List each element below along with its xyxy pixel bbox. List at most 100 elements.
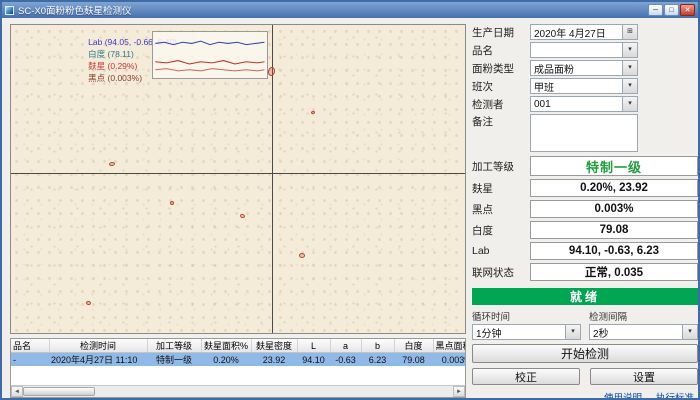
history-table-head-row: 品名检测时间加工等级麸星面积%麸星密度Lab白度黑点面积% (11, 339, 466, 353)
black-row: 黑点 0.003% (472, 200, 698, 218)
scrollbar-thumb[interactable] (23, 387, 95, 396)
column-header[interactable]: a (330, 339, 361, 353)
start-detection-button[interactable]: 开始检测 (472, 344, 698, 363)
column-header[interactable]: 麸星密度 (251, 339, 297, 353)
production-date-row: 生产日期 2020年 4月27日 ⊞ (472, 24, 698, 40)
speck-marker (266, 66, 275, 77)
shift-value: 甲班 (531, 79, 622, 94)
grade-value: 特制一级 (530, 156, 698, 176)
lab-value: 94.10, -0.63, 6.23 (530, 242, 698, 260)
chevron-down-icon[interactable]: ▾ (622, 61, 637, 75)
cycle-time-group: 循环时间 1分钟 ▾ (472, 309, 581, 340)
speck-marker (240, 214, 246, 219)
window-content: Lab (94.05, -0.66, 6.40) 白度 (78.11) 麸星 (… (4, 20, 696, 396)
column-header[interactable]: 检测时间 (49, 339, 147, 353)
network-status-label: 联网状态 (472, 265, 530, 280)
inspector-row: 检测者 001 ▾ (472, 96, 698, 112)
table-cell: 23.92 (251, 353, 297, 367)
chevron-down-icon[interactable]: ▾ (682, 325, 697, 339)
calibrate-button[interactable]: 校正 (472, 368, 580, 385)
table-cell: -0.63 (330, 353, 361, 367)
whiteness-value: 79.08 (530, 221, 698, 239)
column-header[interactable]: 黑点面积% (433, 339, 466, 353)
maximize-button[interactable]: □ (664, 4, 679, 16)
black-label: 黑点 (472, 202, 530, 217)
status-badge: 就绪 (472, 288, 698, 305)
cycle-time-label: 循环时间 (472, 309, 581, 323)
grade-label: 加工等级 (472, 159, 530, 174)
chevron-down-icon[interactable]: ▾ (622, 97, 637, 111)
history-panel: 品名检测时间加工等级麸星面积%麸星密度Lab白度黑点面积% -2020年4月27… (10, 338, 466, 398)
shift-label: 班次 (472, 79, 530, 94)
interval-select[interactable]: 2秒 ▾ (589, 324, 698, 340)
lab-row: Lab 94.10, -0.63, 6.23 (472, 242, 698, 260)
horizontal-scrollbar[interactable]: ◄ ► (11, 385, 465, 397)
interval-value: 2秒 (590, 325, 682, 340)
inspector-label: 检测者 (472, 97, 530, 112)
table-cell: 6.23 (361, 353, 394, 367)
scrollbar-track[interactable] (23, 386, 453, 397)
calendar-icon[interactable]: ⊞ (622, 25, 637, 39)
grade-row: 加工等级 特制一级 (472, 156, 698, 176)
remarks-label: 备注 (472, 114, 530, 129)
control-panel: 生产日期 2020年 4月27日 ⊞ 品名 ▾ 面粉类型 成品面粉 ▾ (472, 24, 698, 398)
speck-marker (86, 300, 92, 305)
product-name-select[interactable]: ▾ (530, 42, 638, 58)
production-date-field[interactable]: 2020年 4月27日 ⊞ (530, 24, 638, 40)
utility-buttons: 校正 设置 (472, 368, 698, 385)
timer-settings: 循环时间 1分钟 ▾ 检测间隔 2秒 ▾ (472, 309, 698, 340)
close-button[interactable]: ✕ (680, 4, 695, 16)
flour-type-row: 面粉类型 成品面粉 ▾ (472, 60, 698, 76)
column-header[interactable]: b (361, 339, 394, 353)
whiteness-label: 白度 (472, 223, 530, 238)
trend-chart (152, 31, 268, 79)
table-cell: - (11, 353, 49, 367)
shift-select[interactable]: 甲班 ▾ (530, 78, 638, 94)
crosshair-horizontal (11, 173, 465, 174)
history-table: 品名检测时间加工等级麸星面积%麸星密度Lab白度黑点面积% -2020年4月27… (11, 339, 466, 366)
column-header[interactable]: 白度 (394, 339, 433, 353)
production-date-label: 生产日期 (472, 25, 530, 40)
table-cell: 0.003% (433, 353, 466, 367)
interval-group: 检测间隔 2秒 ▾ (589, 309, 698, 340)
chevron-down-icon[interactable]: ▾ (565, 325, 580, 339)
interval-label: 检测间隔 (589, 309, 698, 323)
chevron-down-icon[interactable]: ▾ (622, 79, 637, 93)
standard-link[interactable]: 执行标准 (656, 390, 694, 400)
cycle-time-select[interactable]: 1分钟 ▾ (472, 324, 581, 340)
scroll-right-button[interactable]: ► (453, 386, 465, 397)
black-value: 0.003% (530, 200, 698, 218)
column-header[interactable]: L (297, 339, 330, 353)
window-title: SC-X0面粉粉色麸星检测仪 (18, 3, 648, 17)
shift-row: 班次 甲班 ▾ (472, 78, 698, 94)
production-date-value: 2020年 4月27日 (531, 25, 622, 40)
product-name-row: 品名 ▾ (472, 42, 698, 58)
flour-type-value: 成品面粉 (531, 61, 622, 76)
speck-marker (299, 253, 305, 258)
flour-type-label: 面粉类型 (472, 61, 530, 76)
chevron-down-icon[interactable]: ▾ (622, 43, 637, 57)
minimize-button[interactable]: ─ (648, 4, 663, 16)
column-header[interactable]: 加工等级 (147, 339, 201, 353)
network-status-row: 联网状态 正常, 0.035 (472, 263, 698, 281)
column-header[interactable]: 品名 (11, 339, 49, 353)
inspector-value: 001 (531, 99, 622, 110)
bran-value: 0.20%, 23.92 (530, 179, 698, 197)
column-header[interactable]: 麸星面积% (201, 339, 251, 353)
inspector-select[interactable]: 001 ▾ (530, 96, 638, 112)
settings-button[interactable]: 设置 (590, 368, 698, 385)
lab-label: Lab (472, 245, 530, 257)
speck-marker (310, 111, 315, 115)
window-controls: ─ □ ✕ (648, 4, 695, 16)
sample-image[interactable]: Lab (94.05, -0.66, 6.40) 白度 (78.11) 麸星 (… (10, 24, 466, 334)
table-row[interactable]: -2020年4月27日 11:10特制一级0.20%23.9294.10-0.6… (11, 353, 466, 367)
flour-type-select[interactable]: 成品面粉 ▾ (530, 60, 638, 76)
scroll-left-button[interactable]: ◄ (11, 386, 23, 397)
titlebar[interactable]: SC-X0面粉粉色麸星检测仪 ─ □ ✕ (2, 2, 698, 18)
table-cell: 特制一级 (147, 353, 201, 367)
app-window: SC-X0面粉粉色麸星检测仪 ─ □ ✕ Lab (94.05, -0.66, … (0, 0, 700, 400)
remarks-row: 备注 (472, 114, 698, 152)
remarks-input[interactable] (530, 114, 638, 152)
manual-link[interactable]: 使用说明 (604, 390, 642, 400)
whiteness-row: 白度 79.08 (472, 221, 698, 239)
